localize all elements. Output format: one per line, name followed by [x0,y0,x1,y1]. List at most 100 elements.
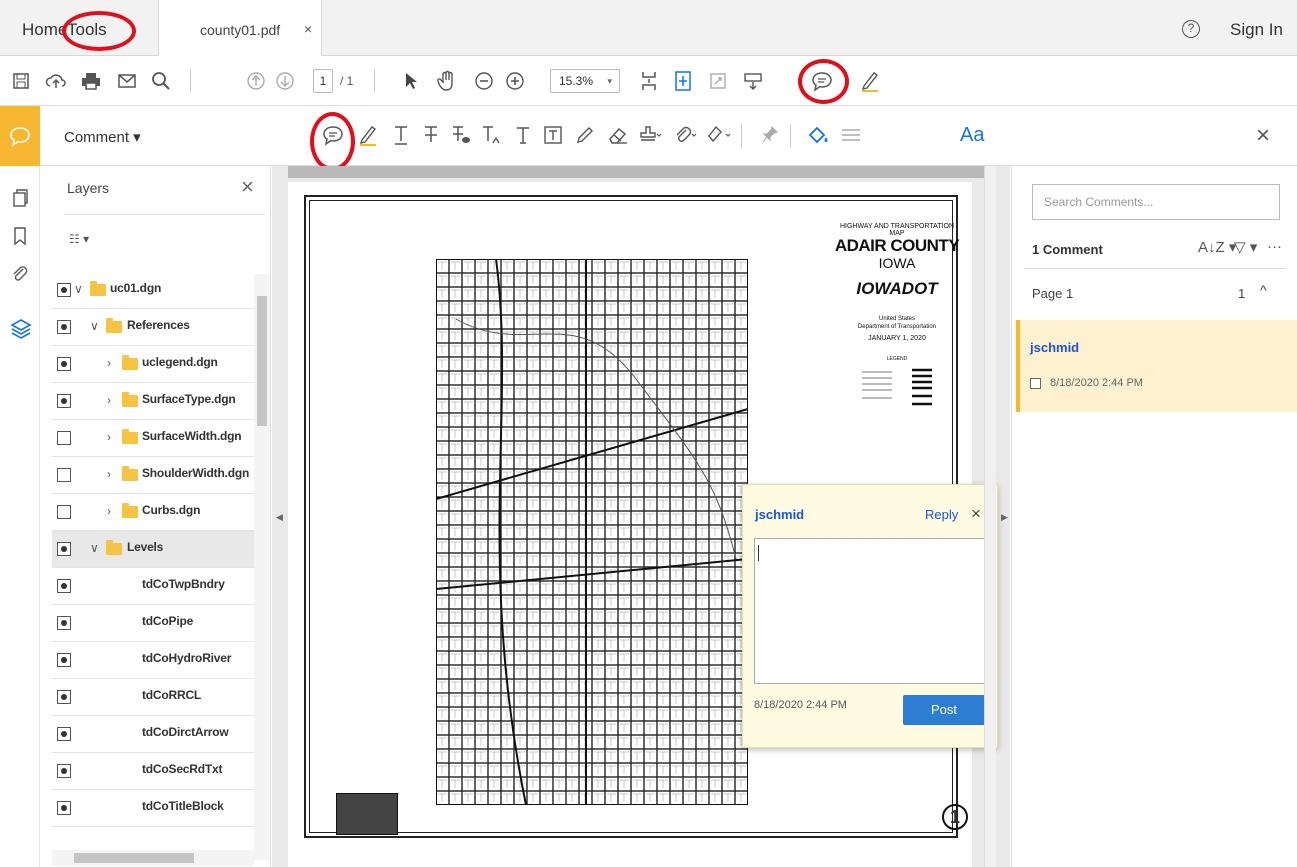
underline-text-icon[interactable] [388,122,414,148]
search-icon[interactable] [148,68,174,94]
layer-row[interactable]: › uclegend.dgn [52,346,254,383]
layer-row[interactable]: tdCoTitleBlock [52,790,254,827]
text-box-icon[interactable] [540,122,566,148]
chevron-right-icon[interactable]: › [107,504,111,518]
layer-row[interactable]: tdCoSecRdTxt [52,753,254,790]
next-page-icon[interactable] [272,68,298,94]
eye-icon[interactable] [57,616,71,630]
draw-shapes-icon[interactable] [706,122,732,148]
eye-icon[interactable] [57,764,71,778]
eraser-icon[interactable] [605,122,631,148]
zoom-level-select[interactable]: 15.3% ▾ [550,69,620,93]
pdf-page[interactable]: HIGHWAY AND TRANSPORTATION MAP ADAIR COU… [288,182,998,867]
layer-row[interactable]: ∨ uc01.dgn [52,272,254,309]
full-screen-icon[interactable] [705,68,731,94]
tab-tools[interactable]: Tools [67,20,107,40]
highlight-text-icon[interactable] [355,122,381,148]
close-comment-toolbar-icon[interactable]: × [1256,122,1270,150]
layer-row[interactable]: tdCoTwpBndry [52,568,254,605]
layer-row[interactable]: tdCoDirctArrow [52,716,254,753]
visibility-checkbox[interactable] [57,505,71,519]
insert-text-icon[interactable] [478,122,504,148]
pin-icon[interactable] [757,122,783,148]
upload-cloud-icon[interactable] [43,68,69,94]
document-vertical-scrollbar[interactable] [984,166,996,867]
close-popup-icon[interactable]: × [971,504,981,524]
more-options-icon[interactable]: ··· [1267,238,1282,255]
layer-row[interactable]: tdCoRRCL [52,679,254,716]
chevron-up-icon[interactable]: ^ [1260,282,1267,298]
hand-tool-icon[interactable] [434,68,460,94]
comment-menu[interactable]: Comment ▾ [64,128,141,146]
tab-home[interactable]: Home [22,20,67,40]
page-thumbnails-icon[interactable] [10,188,30,208]
eye-icon[interactable] [57,727,71,741]
zoom-out-icon[interactable] [471,68,497,94]
select-cursor-icon[interactable] [398,68,424,94]
help-icon[interactable]: ? [1182,20,1200,38]
scroll-mode-icon[interactable] [740,68,766,94]
bookmark-icon[interactable] [10,226,30,246]
chevron-right-icon[interactable]: › [107,393,111,407]
chevron-right-icon[interactable]: › [107,467,111,481]
eye-icon[interactable] [57,801,71,815]
layers-vertical-scrollbar[interactable] [254,274,270,860]
collapse-left-panel-icon[interactable]: ◀ [276,512,283,523]
comment-checkbox[interactable] [1030,378,1041,389]
print-icon[interactable] [78,68,104,94]
attachment-icon[interactable] [10,264,30,284]
tab-document[interactable]: county01.pdf × [158,0,322,56]
post-button[interactable]: Post [903,695,985,725]
page-number-input[interactable]: 1 [313,69,333,93]
fill-color-icon[interactable] [805,122,831,148]
close-layers-panel-icon[interactable]: × [241,174,254,200]
layer-row[interactable]: tdCoHydroRiver [52,642,254,679]
layer-row[interactable]: › SurfaceWidth.dgn [52,420,254,457]
layers-icon[interactable] [10,318,32,339]
eye-icon[interactable] [57,653,71,667]
attach-file-icon[interactable] [672,122,698,148]
layer-row[interactable]: ∨ References [52,309,254,346]
collapse-right-panel-icon[interactable]: ▶ [1001,512,1008,523]
comment-tool-tab[interactable] [0,106,40,166]
zoom-in-icon[interactable] [502,68,528,94]
highlight-pen-icon[interactable] [857,68,883,94]
layer-row[interactable]: › SurfaceType.dgn [52,383,254,420]
eye-icon[interactable] [57,320,71,334]
fit-page-icon[interactable] [636,68,662,94]
add-sticky-note-icon[interactable] [320,122,346,148]
eye-icon[interactable] [57,357,71,371]
eye-icon[interactable] [57,690,71,704]
search-comments-input[interactable]: Search Comments... [1032,184,1280,220]
strikethrough-text-icon[interactable] [418,122,444,148]
email-icon[interactable] [114,68,140,94]
pencil-icon[interactable] [572,122,598,148]
layer-row[interactable]: tdCoPipe [52,605,254,642]
replace-text-icon[interactable] [448,122,474,148]
chevron-down-icon[interactable]: ∨ [74,282,83,296]
layers-horizontal-scrollbar[interactable] [52,850,254,866]
visibility-checkbox[interactable] [57,468,71,482]
close-tab-icon[interactable]: × [304,21,312,37]
layers-options-menu[interactable]: ☷ ▾ [69,232,89,246]
comment-card[interactable]: jschmid 8/18/2020 2:44 PM [1016,320,1297,412]
chevron-down-icon[interactable]: ∨ [90,319,99,333]
layer-row[interactable]: › Curbs.dgn [52,494,254,531]
rotate-page-icon[interactable] [670,68,696,94]
eye-icon[interactable] [57,542,71,556]
add-text-icon[interactable] [510,122,536,148]
stamp-icon[interactable] [637,122,663,148]
line-weight-icon[interactable] [838,122,864,148]
sort-icon[interactable]: A↓Z ▾ [1198,238,1236,256]
text-style-button[interactable]: Aa [960,124,984,147]
reply-link[interactable]: Reply [925,507,958,522]
chevron-right-icon[interactable]: › [107,430,111,444]
filter-icon[interactable]: ▽ ▾ [1234,238,1257,256]
save-icon[interactable] [8,68,34,94]
chevron-down-icon[interactable]: ∨ [90,541,99,555]
layer-row[interactable]: › ShoulderWidth.dgn [52,457,254,494]
previous-page-icon[interactable] [243,68,269,94]
chevron-right-icon[interactable]: › [107,356,111,370]
eye-icon[interactable] [57,394,71,408]
eye-icon[interactable] [57,579,71,593]
